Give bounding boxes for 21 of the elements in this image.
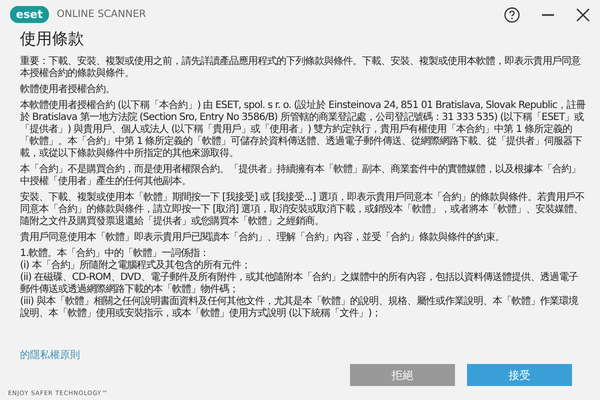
accept-button[interactable]: 接受 bbox=[467, 364, 572, 386]
terms-paragraph: 安裝、下載、複製或使用本「軟體」期間按一下 [我接受] 或 [我接受...] 選項，即表示貴用戶同意本「合約」的條款與條件。若貴用戶不同意本「合約」的條款與條件，請立即按一下 [取消] 選項，取消安裝或取消下載，或銷毀本「軟體」，或者將本「軟體」、安裝媒體、隨附之文件及購買發票退還給「提供者」或您購買本「軟體」之經銷商。 bbox=[20, 192, 586, 228]
page-title: 使用條款 bbox=[19, 28, 85, 50]
product-name: ONLINE SCANNER bbox=[56, 9, 147, 20]
terms-paragraph: 貴用戶同意使用本「軟體」即表示貴用戶已閱讀本「合約」、理解「合約」內容，並受「合約」條款與條件的約束。 bbox=[20, 232, 506, 244]
terms-paragraph: 本「合約」不是購買合約，而是使用者權限合約。「提供者」持續擁有本「軟體」副本、商業套件中的實體媒體，以及根據本「合約」中授權「使用者」產生的任何其他副本。 bbox=[20, 164, 582, 188]
minimize-button[interactable] bbox=[542, 14, 554, 16]
decline-button[interactable]: 拒絕 bbox=[350, 364, 455, 386]
close-button[interactable] bbox=[576, 8, 590, 22]
terms-list-line: (i) 本「合約」所隨附之電腦程式及其包含的所有元件； bbox=[20, 260, 252, 272]
minimize-icon bbox=[542, 14, 554, 16]
terms-paragraph: 軟體使用者授權合約。 bbox=[20, 84, 116, 96]
help-icon bbox=[504, 6, 520, 22]
close-icon bbox=[576, 8, 590, 22]
help-button[interactable] bbox=[504, 6, 520, 22]
terms-list-line: 1.軟體。本「合約」中的「軟體」一詞係指： bbox=[20, 248, 210, 260]
terms-list-line: (ii) 在磁碟、CD-ROM、DVD、電子郵件及所有附件，或其他隨附本「合約」之媒體中的所有內容，包括以資料傳送體提供、透過電子郵件傳送或透過網際網路下載的本「軟體」物件碼； bbox=[20, 272, 579, 296]
privacy-policy-link[interactable]: 的隱私權原則 bbox=[20, 348, 80, 362]
terms-list-line: (iii) 與本「軟體」相關之任何說明書面資料及任何其他文件，尤其是本「軟體」的說明、規格、屬性或作業說明、本「軟體」作業環境說明、本「軟體」使用或安裝指示，或本「軟體」使用方式說明 (以下統稱「文件」)； bbox=[20, 296, 580, 320]
terms-paragraph: 本軟體使用者授權合約 (以下稱「本合約」) 由 ESET, spol. s r. o. (設址於 Einsteinova 24, 851 01 Bratislava, Slovak Republic，註冊於 Bratislava 第一地方法院 (Section Sro, Entry No 3586/B) 所管轄的商業登記處，公司登記號碼：31 333 535) (以下稱「ESET」或「提供者」) 與貴用戶、個人或法人 (以下稱「貴用戶」或「使用者」) 雙方約定執行，貴用戶有權使用「本合約」中第 1 條所定義的「軟體」。本「合約」中第 1 條所定義的「軟體」可儲存於資料傳送體、透過電子郵件傳送、從網際網路下載、從「提供者」伺服器下載，或從以下條款與條件中所指定的其他來源取得。 bbox=[20, 100, 586, 160]
eset-logo: eset bbox=[10, 6, 49, 23]
